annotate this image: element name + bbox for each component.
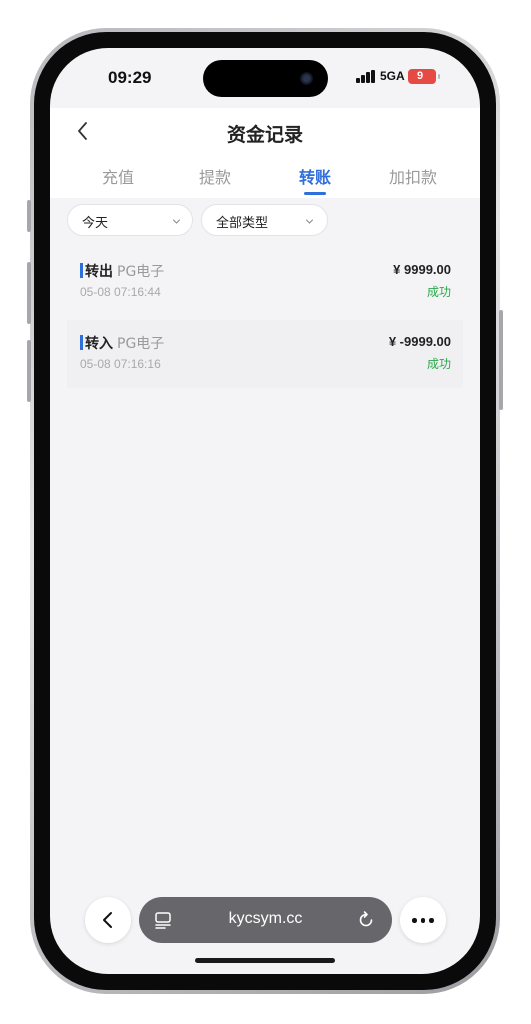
record-status: 成功	[426, 285, 451, 299]
record-game: PG电子	[117, 264, 165, 280]
action-button	[27, 200, 31, 232]
type-filter-label: 全部类型	[216, 216, 269, 231]
list-item[interactable]: 转入 PG电子 05-08 07:16:16 ¥ -9999.00 成功	[67, 320, 463, 388]
record-type: 转出	[85, 264, 113, 280]
browser-toolbar: kycsym.cc	[50, 888, 480, 952]
tab-adjustment[interactable]: 加扣款	[363, 164, 463, 188]
app-header: 资金记录 充值 提款 转账 加扣款	[50, 108, 480, 198]
url-text: kycsym.cc	[228, 910, 303, 927]
status-time: 09:29	[108, 68, 152, 87]
tab-deposit[interactable]: 充值	[68, 164, 168, 188]
chevron-left-icon	[103, 912, 112, 928]
record-status: 成功	[426, 357, 451, 371]
record-amount: ¥ -9999.00	[388, 334, 451, 349]
network-label: 5GA	[380, 69, 405, 83]
volume-up-button	[27, 262, 31, 324]
chevron-down-icon	[306, 219, 313, 224]
type-filter[interactable]: 全部类型	[201, 204, 328, 236]
chevron-down-icon	[173, 219, 180, 224]
record-amount: ¥ 9999.00	[393, 262, 451, 277]
record-time: 05-08 07:16:16	[80, 357, 161, 371]
browser-back-button[interactable]	[85, 897, 131, 943]
tab-bar: 充值 提款 转账 加扣款	[50, 164, 480, 198]
more-icon	[412, 918, 434, 923]
camera-icon	[300, 72, 313, 85]
record-type: 转入	[85, 336, 113, 352]
tab-transfer[interactable]: 转账	[265, 164, 365, 188]
date-filter[interactable]: 今天	[67, 204, 193, 236]
status-bar: 09:29 5GA 9	[50, 48, 480, 108]
record-game: PG电子	[117, 336, 165, 352]
record-list: 转出 PG电子 05-08 07:16:44 ¥ 9999.00 成功 转入 P…	[67, 248, 463, 388]
volume-down-button	[27, 340, 31, 402]
screen: 09:29 5GA 9 资金记录 充值 提款 转账 加扣款 今天 全部类型 转出…	[50, 48, 480, 974]
record-marker	[80, 263, 83, 278]
battery-icon: 9	[408, 69, 440, 84]
reload-icon[interactable]	[356, 910, 376, 930]
dynamic-island	[203, 60, 328, 97]
list-item[interactable]: 转出 PG电子 05-08 07:16:44 ¥ 9999.00 成功	[67, 248, 463, 316]
filter-bar: 今天 全部类型	[50, 198, 480, 248]
active-tab-indicator	[304, 192, 326, 195]
page-title: 资金记录	[226, 124, 303, 146]
record-marker	[80, 335, 83, 350]
date-filter-label: 今天	[82, 216, 109, 231]
address-bar[interactable]: kycsym.cc	[139, 897, 392, 943]
battery-level: 9	[416, 70, 424, 82]
power-button	[499, 310, 503, 410]
record-time: 05-08 07:16:44	[80, 285, 161, 299]
home-indicator	[195, 958, 335, 963]
tab-withdraw[interactable]: 提款	[165, 164, 265, 188]
more-button[interactable]	[400, 897, 446, 943]
signal-icon	[356, 70, 376, 83]
